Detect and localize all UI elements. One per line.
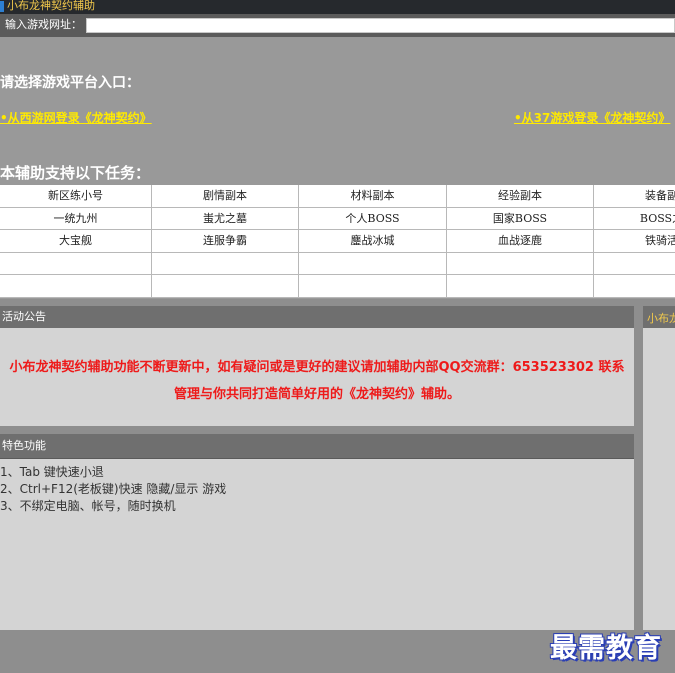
task-cell[interactable]: 剧情副本 [152,185,298,207]
task-cell[interactable]: 铁骑活动 [594,230,675,252]
login-link-37[interactable]: •从37游戏登录《龙神契约》 [514,109,670,126]
side-panel-body [643,328,675,630]
platform-heading: 请选择游戏平台入口： [0,75,140,91]
task-cell[interactable]: 大宝舰 [0,230,151,252]
task-cell[interactable]: 装备副本 [594,185,675,207]
grid-line [446,185,447,298]
task-cell[interactable] [152,275,298,297]
grid-line [0,229,675,230]
tasks-heading: 本辅助支持以下任务： [0,164,151,182]
notice-header: 活动公告 [0,306,634,329]
grid-line [151,185,152,298]
task-cell[interactable]: 血战逐鹿 [447,230,593,252]
grid-line [0,274,675,275]
app-icon [0,1,4,12]
task-cell[interactable]: 鏖战冰城 [299,230,446,252]
task-cell[interactable]: 蚩尤之墓 [152,208,298,230]
task-cell[interactable]: BOSS之家 [594,208,675,230]
notice-panel: 活动公告 小布龙神契约辅助功能不断更新中，如有疑问或是更好的建议请加辅助内部QQ… [0,306,634,426]
side-panel-title: 小布龙神 [647,312,675,325]
url-input[interactable] [86,18,675,33]
task-cell[interactable]: 经验副本 [447,185,593,207]
grid-line [593,185,594,298]
task-cell[interactable] [594,253,675,275]
task-cell[interactable] [152,253,298,275]
task-cell[interactable] [594,275,675,297]
task-cell[interactable]: 一统九州 [0,208,151,230]
task-cell[interactable]: 连服争霸 [152,230,298,252]
feature-item: 1、Tab 键快速小退 [0,465,104,479]
notice-line: 小布龙神契约辅助功能不断更新中，如有疑问或是更好的建议请加辅助内部QQ交流群：6… [9,360,625,375]
title-bar: 小布龙神契约辅助 [0,0,675,14]
notice-body: 小布龙神契约辅助功能不断更新中，如有疑问或是更好的建议请加辅助内部QQ交流群：6… [0,328,634,426]
task-cell[interactable] [447,253,593,275]
notice-line: 管理与你共同打造简单好用的《龙神契约》辅助。 [173,387,460,402]
window-title: 小布龙神契约辅助 [7,0,95,12]
grid-line [0,252,675,253]
feature-item: 3、不绑定电脑、帐号，随时换机 [0,499,176,513]
url-bar: 输入游戏网址： [0,14,675,37]
task-cell[interactable] [0,253,151,275]
watermark: 最需教育 [550,633,662,664]
login-link-xiyou[interactable]: •从西游网登录《龙神契约》 [0,109,152,126]
notice-title: 活动公告 [2,310,46,323]
grid-line [0,297,675,298]
grid-line [0,207,675,208]
features-title: 特色功能 [2,439,46,452]
url-label: 输入游戏网址： [5,18,82,31]
side-panel-header: 小布龙神 [643,306,675,328]
task-cell[interactable]: 个人BOSS [299,208,446,230]
feature-item: 2、Ctrl+F12(老板键)快速 隐藏/显示 游戏 [0,482,227,496]
task-cell[interactable] [299,275,446,297]
task-table: 新区练小号 剧情副本 材料副本 经验副本 装备副本 一统九州 蚩尤之墓 个人BO… [0,185,675,298]
task-cell[interactable] [447,275,593,297]
task-cell[interactable]: 国家BOSS [447,208,593,230]
task-cell[interactable]: 材料副本 [299,185,446,207]
features-panel: 特色功能 1、Tab 键快速小退 2、Ctrl+F12(老板键)快速 隐藏/显示… [0,434,634,630]
features-header: 特色功能 [0,434,634,459]
task-cell[interactable] [0,275,151,297]
grid-line [298,185,299,298]
task-cell[interactable] [299,253,446,275]
task-cell[interactable]: 新区练小号 [0,185,151,207]
